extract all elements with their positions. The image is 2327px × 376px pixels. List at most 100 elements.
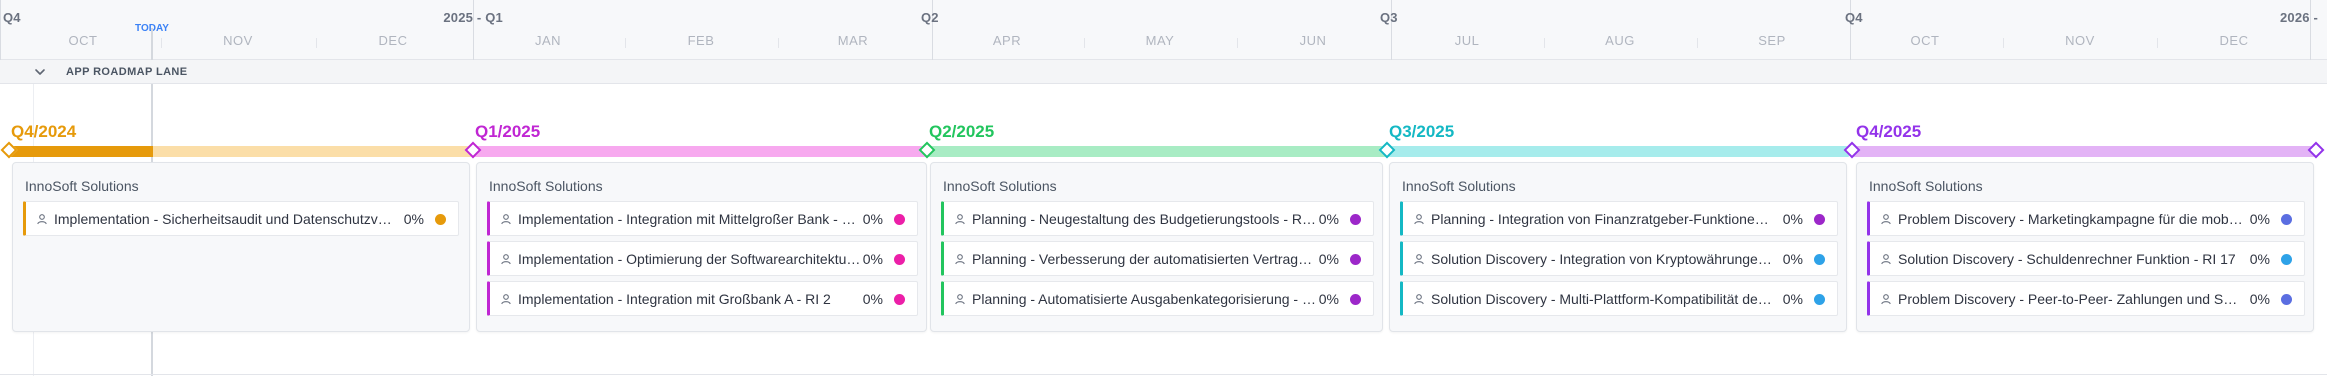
feature-name: Planning - Automatisierte Ausgabenkatego… bbox=[972, 291, 1317, 307]
release-card-q4-2024: InnoSoft Solutions Implementation - Sich… bbox=[12, 162, 470, 332]
month-tick bbox=[316, 38, 317, 48]
month-tick bbox=[2003, 38, 2004, 48]
month-tick bbox=[1084, 38, 1085, 48]
feature-name: Solution Discovery - Multi-Plattform-Kom… bbox=[1431, 291, 1776, 307]
month-label: MAY bbox=[1145, 33, 1175, 48]
release-bar-q4-2025[interactable] bbox=[1852, 146, 2318, 157]
month-tick bbox=[161, 38, 162, 48]
quarter-label: Q4 bbox=[1845, 10, 1863, 25]
month-label: NOV bbox=[2065, 33, 2095, 48]
status-dot bbox=[894, 214, 905, 225]
quarter-label: Q2 bbox=[921, 10, 939, 25]
feature-item[interactable]: Solution Discovery - Multi-Plattform-Kom… bbox=[1400, 281, 1838, 316]
release-title-q3-2025[interactable]: Q3/2025 bbox=[1389, 122, 1454, 142]
card-title[interactable]: InnoSoft Solutions bbox=[943, 178, 1057, 194]
release-card-q3-2025: InnoSoft Solutions Planning - Integratio… bbox=[1389, 162, 1847, 332]
status-dot bbox=[1814, 214, 1825, 225]
person-icon bbox=[501, 214, 511, 225]
feature-name: Implementation - Integration mit Großban… bbox=[518, 291, 831, 307]
feature-item[interactable]: Problem Discovery - Peer-to-Peer- Zahlun… bbox=[1867, 281, 2305, 316]
feature-progress: 0% bbox=[1782, 211, 1803, 227]
feature-progress: 0% bbox=[1318, 211, 1339, 227]
month-label: JUL bbox=[1454, 33, 1480, 48]
quarter-label: Q4 bbox=[3, 10, 21, 25]
quarter-tick bbox=[473, 0, 474, 60]
feature-item[interactable]: Implementation - Integration mit Großban… bbox=[487, 281, 918, 316]
status-dot bbox=[894, 254, 905, 265]
feature-item[interactable]: Planning - Automatisierte Ausgabenkatego… bbox=[941, 281, 1374, 316]
month-label: OCT bbox=[1910, 33, 1940, 48]
release-card-q4-2025: InnoSoft Solutions Problem Discovery - M… bbox=[1856, 162, 2314, 332]
lane-bottom-border bbox=[0, 374, 2327, 375]
month-tick bbox=[625, 38, 626, 48]
timeline-header: Q4 2025 - Q1 Q2 Q3 Q4 2026 - OCT NOV DEC… bbox=[0, 0, 2327, 60]
card-title[interactable]: InnoSoft Solutions bbox=[25, 178, 139, 194]
status-dot bbox=[1350, 214, 1361, 225]
person-icon bbox=[955, 294, 965, 305]
person-icon bbox=[955, 254, 965, 265]
release-card-q1-2025: InnoSoft Solutions Implementation - Inte… bbox=[476, 162, 927, 332]
month-label: DEC bbox=[378, 33, 408, 48]
feature-item[interactable]: Solution Discovery - Integration von Kry… bbox=[1400, 241, 1838, 276]
feature-item[interactable]: Implementation - Sicherheitsaudit und Da… bbox=[23, 201, 459, 236]
release-card-q2-2025: InnoSoft Solutions Planning - Neugestalt… bbox=[930, 162, 1383, 332]
feature-progress: 0% bbox=[1782, 291, 1803, 307]
person-icon bbox=[1414, 214, 1424, 225]
quarter-label: 2025 - Q1 bbox=[443, 10, 503, 25]
chevron-down-icon[interactable] bbox=[34, 66, 46, 78]
feature-item[interactable]: Implementation - Optimierung der Softwar… bbox=[487, 241, 918, 276]
person-icon bbox=[1881, 254, 1891, 265]
feature-progress: 0% bbox=[1318, 251, 1339, 267]
feature-progress: 0% bbox=[862, 291, 883, 307]
person-icon bbox=[501, 254, 511, 265]
quarter-tick bbox=[1850, 0, 1851, 60]
release-bar-q3-2025[interactable] bbox=[1387, 146, 1849, 157]
month-label: SEP bbox=[1758, 33, 1786, 48]
release-title-q1-2025[interactable]: Q1/2025 bbox=[475, 122, 540, 142]
month-tick bbox=[1697, 38, 1698, 48]
month-tick bbox=[778, 38, 779, 48]
month-label: MAR bbox=[837, 33, 869, 48]
quarter-tick bbox=[1391, 0, 1392, 60]
feature-item[interactable]: Problem Discovery - Marketingkampagne fü… bbox=[1867, 201, 2305, 236]
release-title-q4-2024[interactable]: Q4/2024 bbox=[11, 122, 76, 142]
release-bar-q1-2025[interactable] bbox=[473, 146, 927, 157]
feature-progress: 0% bbox=[2249, 251, 2270, 267]
month-label: NOV bbox=[223, 33, 253, 48]
feature-name: Solution Discovery - Schuldenrechner Fun… bbox=[1898, 251, 2236, 267]
quarter-tick bbox=[932, 0, 933, 60]
feature-item[interactable]: Planning - Integration von Finanzratgebe… bbox=[1400, 201, 1838, 236]
card-title[interactable]: InnoSoft Solutions bbox=[1402, 178, 1516, 194]
status-dot bbox=[2281, 254, 2292, 265]
person-icon bbox=[955, 214, 965, 225]
release-bar-q2-2025[interactable] bbox=[927, 146, 1387, 157]
person-icon bbox=[37, 214, 47, 225]
feature-progress: 0% bbox=[2249, 291, 2270, 307]
release-bar-q4-2024[interactable] bbox=[9, 146, 473, 157]
feature-item[interactable]: Planning - Neugestaltung des Budgetierun… bbox=[941, 201, 1374, 236]
month-label: AUG bbox=[1605, 33, 1635, 48]
month-tick bbox=[2157, 38, 2158, 48]
feature-progress: 0% bbox=[1318, 291, 1339, 307]
person-icon bbox=[1414, 254, 1424, 265]
feature-name: Solution Discovery - Integration von Kry… bbox=[1431, 251, 1776, 267]
release-title-q2-2025[interactable]: Q2/2025 bbox=[929, 122, 994, 142]
feature-progress: 0% bbox=[862, 211, 883, 227]
feature-item[interactable]: Implementation - Integration mit Mittelg… bbox=[487, 201, 918, 236]
month-label: JUN bbox=[1299, 33, 1327, 48]
status-dot bbox=[2281, 214, 2292, 225]
feature-item[interactable]: Solution Discovery - Schuldenrechner Fun… bbox=[1867, 241, 2305, 276]
month-label: JAN bbox=[534, 33, 562, 48]
card-title[interactable]: InnoSoft Solutions bbox=[1869, 178, 1983, 194]
lane-title: APP ROADMAP LANE bbox=[66, 66, 188, 78]
month-label: FEB bbox=[687, 33, 715, 48]
feature-item[interactable]: Planning - Verbesserung der automatisier… bbox=[941, 241, 1374, 276]
quarter-label: 2026 - bbox=[2280, 10, 2319, 25]
person-icon bbox=[1881, 214, 1891, 225]
status-dot bbox=[1350, 294, 1361, 305]
feature-name: Implementation - Integration mit Mittelg… bbox=[518, 211, 863, 227]
month-tick bbox=[1237, 38, 1238, 48]
card-title[interactable]: InnoSoft Solutions bbox=[489, 178, 603, 194]
release-title-q4-2025[interactable]: Q4/2025 bbox=[1856, 122, 1921, 142]
person-icon bbox=[1881, 294, 1891, 305]
